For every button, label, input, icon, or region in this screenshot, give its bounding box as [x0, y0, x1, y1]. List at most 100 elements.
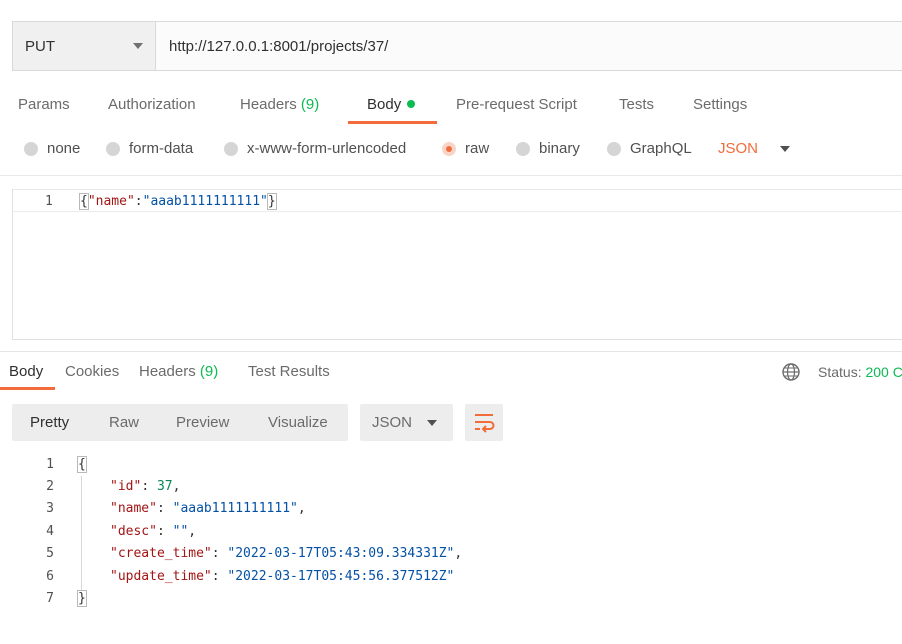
tab-label: Headers	[240, 96, 297, 113]
radio-binary[interactable]: binary	[516, 140, 580, 157]
tab-label: Authorization	[108, 96, 196, 113]
format-label: JSON	[372, 414, 413, 431]
radio-label: raw	[465, 140, 490, 157]
view-raw[interactable]: Raw	[109, 414, 139, 431]
radio-button[interactable]	[24, 141, 38, 156]
tab-label: Pre-request Script	[456, 96, 577, 113]
tab-tests[interactable]: Tests	[619, 96, 654, 113]
radio-none[interactable]: none	[24, 140, 80, 157]
radio-button[interactable]	[106, 141, 120, 156]
json-key: "desc"	[110, 524, 157, 539]
radio-button-selected[interactable]	[442, 141, 456, 156]
view-pretty[interactable]: Pretty	[30, 414, 69, 431]
tab-pre-request-script[interactable]: Pre-request Script	[456, 96, 577, 113]
active-tab-underline	[348, 121, 437, 124]
colon: :	[134, 194, 143, 209]
radio-label: none	[47, 140, 81, 157]
radio-form-data[interactable]: form-data	[106, 140, 193, 157]
response-tab-cookies[interactable]: Cookies	[65, 363, 119, 380]
response-tab-body[interactable]: Body	[9, 363, 43, 380]
chevron-down-icon	[780, 145, 791, 152]
body-mode-options: none form-data x-www-form-urlencoded raw…	[0, 140, 902, 162]
wrap-lines-button[interactable]	[465, 404, 503, 441]
close-brace: }	[77, 590, 87, 607]
response-line: 4 "desc": "",	[0, 521, 902, 543]
tab-label: Params	[18, 96, 70, 113]
colon: :	[211, 546, 228, 561]
line-number: 7	[46, 591, 54, 606]
tab-label: Cookies	[65, 363, 120, 380]
chevron-down-icon	[427, 420, 437, 426]
globe-icon[interactable]	[781, 362, 801, 382]
tab-label: Body	[367, 96, 402, 113]
radio-label: x-www-form-urlencoded	[247, 140, 407, 157]
url-bar: PUT http://127.0.0.1:8001/projects/37/	[12, 21, 902, 71]
comma: ,	[188, 524, 197, 539]
colon: :	[156, 524, 173, 539]
response-format-select[interactable]: JSON	[360, 404, 453, 441]
view-preview[interactable]: Preview	[176, 414, 229, 431]
wrap-lines-icon	[475, 414, 495, 433]
line-number: 5	[46, 546, 54, 561]
line-number: 1	[46, 457, 54, 472]
json-key: "id"	[110, 479, 142, 494]
active-tab-underline	[0, 387, 55, 390]
divider	[0, 351, 902, 352]
radio-label: binary	[539, 140, 580, 157]
code-line[interactable]: {"name":"aaab1111111111"}	[79, 193, 277, 210]
open-brace: {	[77, 456, 87, 473]
tab-label: Headers	[139, 363, 196, 380]
tab-params[interactable]: Params	[18, 96, 70, 113]
line-number: 4	[46, 524, 54, 539]
radio-label: form-data	[129, 140, 194, 157]
body-format-select[interactable]: JSON	[718, 140, 791, 157]
json-value: ""	[172, 524, 189, 539]
response-line: 1 {	[0, 454, 902, 476]
divider	[0, 175, 902, 176]
json-value: "2022-03-17T05:43:09.334331Z"	[227, 546, 455, 561]
view-visualize[interactable]: Visualize	[268, 414, 328, 431]
tab-headers[interactable]: Headers (9)	[240, 96, 319, 113]
tab-settings[interactable]: Settings	[693, 96, 747, 113]
json-value: "aaab1111111111"	[142, 194, 268, 209]
tab-body[interactable]: Body	[367, 96, 416, 113]
comma: ,	[297, 501, 306, 516]
radio-graphql[interactable]: GraphQL	[607, 140, 692, 157]
status-code: 200 C	[865, 364, 902, 380]
json-key: "update_time"	[110, 569, 212, 584]
line-number: 1	[45, 194, 53, 209]
tab-label: Tests	[619, 96, 655, 113]
view-mode-toggle: Pretty Raw Preview Visualize	[12, 404, 348, 441]
response-line: 7 }	[0, 588, 902, 610]
line-number: 3	[46, 501, 54, 516]
tab-label: Settings	[693, 96, 748, 113]
url-input[interactable]: http://127.0.0.1:8001/projects/37/	[156, 22, 902, 70]
radio-x-www-form-urlencoded[interactable]: x-www-form-urlencoded	[224, 140, 406, 157]
json-key: "name"	[110, 501, 157, 516]
open-brace: {	[79, 193, 89, 210]
method-label: PUT	[25, 37, 55, 55]
colon: :	[141, 479, 157, 494]
request-tabs: Params Authorization Headers (9) Body Pr…	[0, 90, 902, 126]
line-number: 2	[46, 479, 54, 494]
request-body-editor[interactable]: 1 {"name":"aaab1111111111"}	[12, 189, 902, 340]
radio-button[interactable]	[607, 141, 621, 156]
response-status: Status: 200 C	[818, 364, 902, 380]
status-label: Status:	[818, 364, 862, 380]
radio-raw[interactable]: raw	[442, 140, 489, 157]
comma: ,	[454, 546, 463, 561]
radio-button[interactable]	[516, 141, 530, 156]
tab-authorization[interactable]: Authorization	[108, 96, 196, 113]
close-brace: }	[266, 193, 277, 210]
json-value: "2022-03-17T05:45:56.377512Z"	[227, 569, 455, 584]
response-tab-headers[interactable]: Headers (9)	[139, 363, 218, 380]
response-line: 6 "update_time": "2022-03-17T05:45:56.37…	[0, 566, 902, 588]
response-tab-test-results[interactable]: Test Results	[248, 363, 330, 380]
radio-button[interactable]	[224, 141, 238, 156]
radio-label: GraphQL	[630, 140, 692, 157]
json-key: "name"	[87, 194, 135, 209]
json-key: "create_time"	[110, 546, 212, 561]
method-select[interactable]: PUT	[13, 22, 156, 70]
body-indicator-dot	[407, 100, 416, 108]
headers-count: (9)	[300, 96, 320, 113]
